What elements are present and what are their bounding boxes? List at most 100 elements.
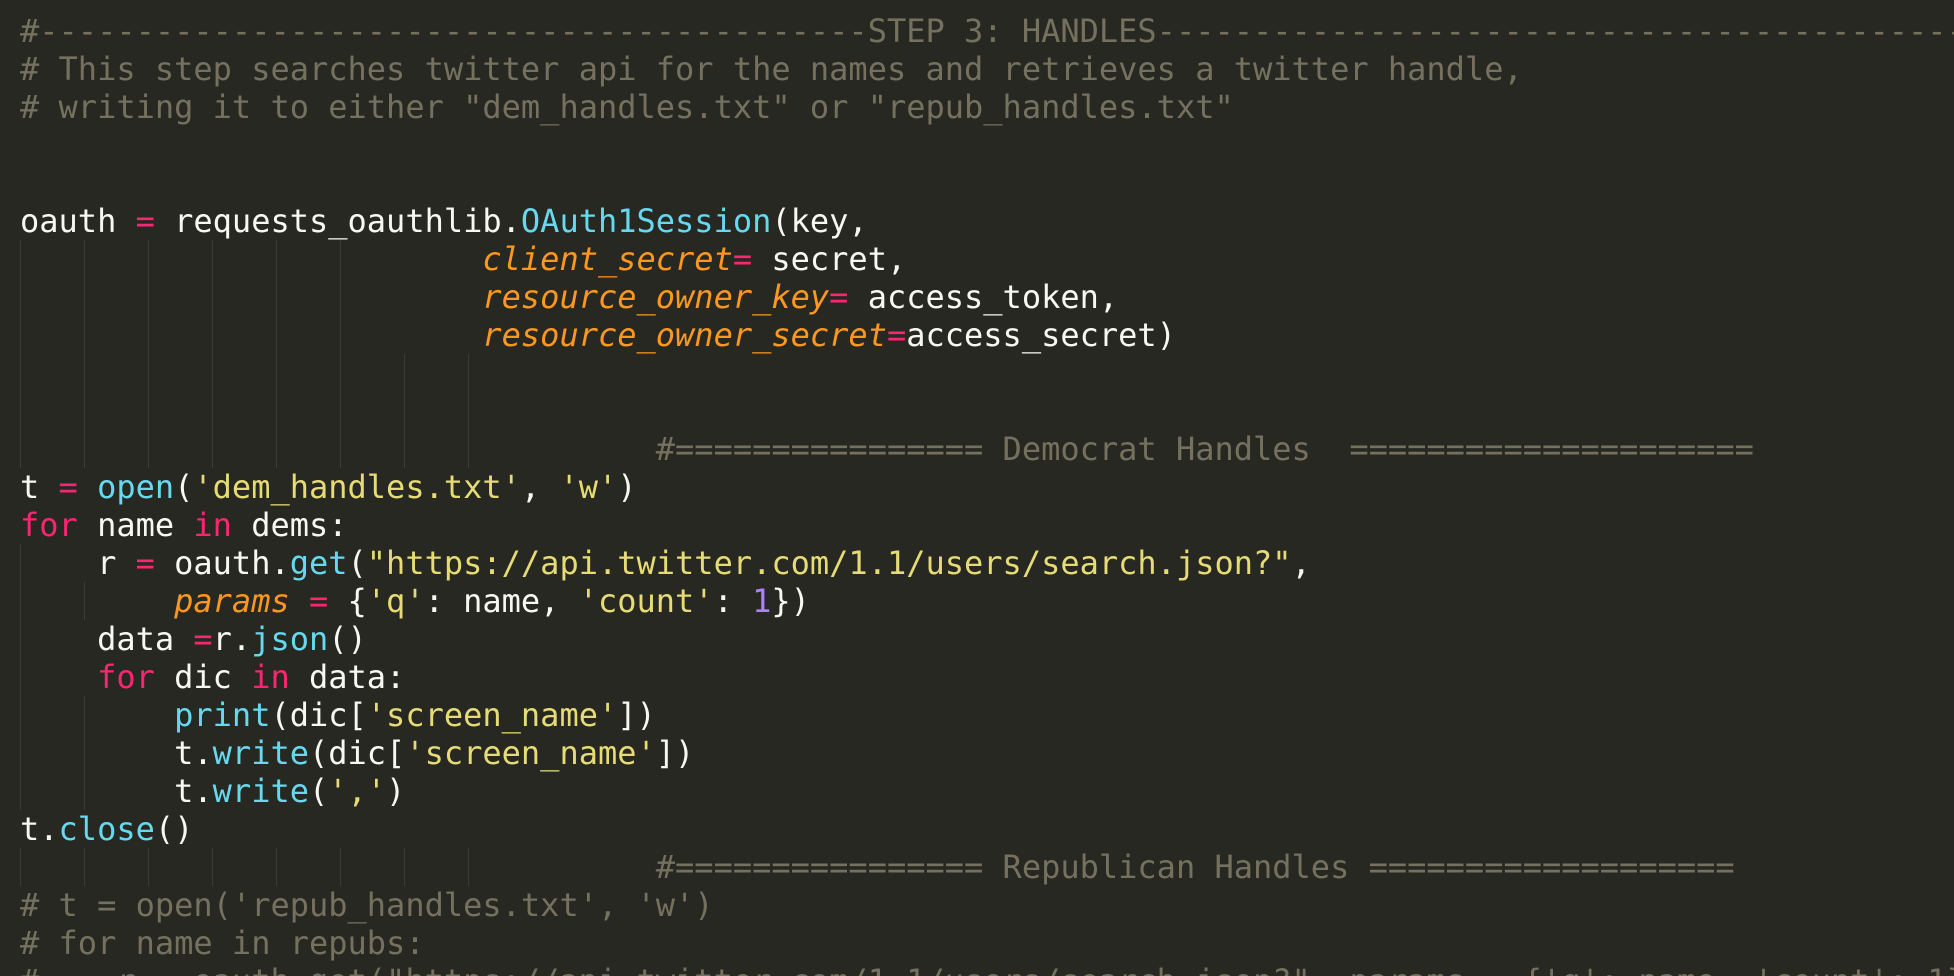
code-line[interactable]: params = {'q': name, 'count': 1})	[20, 582, 810, 620]
code-token: r.	[212, 620, 252, 658]
code-token: =	[308, 582, 329, 620]
code-token: =	[58, 468, 78, 506]
code-token: })	[771, 582, 810, 620]
code-token: t.	[20, 734, 213, 772]
code-token: (	[174, 468, 194, 506]
code-token: close	[58, 810, 155, 848]
code-line[interactable]: t.close()	[20, 810, 193, 848]
code-token: =	[193, 620, 213, 658]
code-token: 'w'	[559, 468, 618, 506]
code-token: resource_owner_key	[482, 278, 830, 316]
code-editor[interactable]: #---------------------------------------…	[0, 0, 1954, 976]
code-token: =	[829, 278, 849, 316]
code-token: for	[20, 506, 78, 544]
code-token: (dic[	[270, 696, 367, 734]
code-token: open	[97, 468, 175, 506]
code-line[interactable]: r = oauth.get("https://api.twitter.com/1…	[20, 544, 1311, 582]
code-token: #---------------------------------------…	[20, 12, 1954, 50]
code-line[interactable]: # for name in repubs:	[20, 924, 425, 962]
code-token: client_secret	[482, 240, 733, 278]
code-token: (	[347, 544, 367, 582]
code-token: =	[135, 544, 155, 582]
code-line[interactable]: resource_owner_secret=access_secret)	[20, 316, 1176, 354]
code-token: t.	[20, 772, 213, 810]
code-token: (	[308, 772, 329, 810]
code-token: data	[20, 620, 194, 658]
code-line[interactable]: print(dic['screen_name'])	[20, 696, 656, 734]
code-line[interactable]: # writing it to either "dem_handles.txt"…	[20, 88, 1234, 126]
code-line[interactable]: data =r.json()	[20, 620, 367, 658]
code-token: : name,	[424, 582, 579, 620]
code-token: # writing it to either "dem_handles.txt"…	[20, 88, 1234, 126]
code-line[interactable]: #================ Republican Handles ===…	[20, 848, 1735, 886]
code-token: for	[97, 658, 155, 696]
code-line[interactable]: #================ Democrat Handles =====…	[20, 430, 1754, 468]
code-line[interactable]: # r = oauth.get("https://api.twitter.com…	[20, 962, 1954, 976]
code-token: oauth.	[154, 544, 290, 582]
code-line[interactable]: t.write(',')	[20, 772, 405, 810]
code-token: dems:	[231, 506, 348, 544]
code-token: =	[732, 240, 753, 278]
code-token: print	[174, 696, 271, 734]
code-token: ])	[655, 734, 695, 772]
code-line[interactable]: # t = open('repub_handles.txt', 'w')	[20, 886, 714, 924]
code-token: 1	[752, 582, 772, 620]
code-token: # This step searches twitter api for the…	[20, 50, 1523, 88]
code-token: get	[289, 544, 348, 582]
code-token: :	[713, 582, 753, 620]
code-line[interactable]: for name in dems:	[20, 506, 348, 544]
code-token: #================ Republican Handles ===…	[655, 848, 1735, 886]
code-token: in	[193, 506, 232, 544]
code-line[interactable]: oauth = requests_oauthlib.OAuth1Session(…	[20, 202, 868, 240]
code-token: OAuth1Session	[520, 202, 772, 240]
code-token: params	[174, 582, 290, 620]
code-token: write	[212, 772, 309, 810]
code-token: # r = oauth.get("https://api.twitter.com…	[20, 962, 1954, 976]
code-token: =	[135, 202, 155, 240]
code-token: 'screen_name'	[405, 734, 656, 772]
code-token: ','	[328, 772, 387, 810]
code-token: {	[328, 582, 367, 620]
code-token: dic	[154, 658, 252, 696]
code-line[interactable]: for dic in data:	[20, 658, 405, 696]
code-token: requests_oauthlib.	[154, 202, 521, 240]
code-token: )	[386, 772, 406, 810]
code-token: 'q'	[366, 582, 425, 620]
code-token: #================ Democrat Handles =====…	[655, 430, 1754, 468]
code-token: ()	[328, 620, 367, 658]
code-token: (dic[	[308, 734, 406, 772]
code-token: ])	[617, 696, 656, 734]
code-token: name	[77, 506, 194, 544]
code-line[interactable]: #---------------------------------------…	[20, 12, 1954, 50]
code-token: t.	[20, 810, 59, 848]
code-token: 'count'	[578, 582, 714, 620]
code-token: t	[20, 468, 59, 506]
code-token: write	[212, 734, 309, 772]
code-token: resource_owner_secret	[482, 316, 887, 354]
code-line[interactable]: # This step searches twitter api for the…	[20, 50, 1523, 88]
code-line[interactable]: resource_owner_key= access_token,	[20, 278, 1118, 316]
code-token: secret,	[752, 240, 907, 278]
code-token: # t = open('repub_handles.txt', 'w')	[20, 886, 714, 924]
code-token: data:	[289, 658, 406, 696]
code-token: oauth	[20, 202, 136, 240]
code-token: 'screen_name'	[366, 696, 618, 734]
code-token: r	[20, 544, 136, 582]
code-token: json	[251, 620, 329, 658]
code-line[interactable]: client_secret= secret,	[20, 240, 906, 278]
code-line[interactable]: t = open('dem_handles.txt', 'w')	[20, 468, 637, 506]
code-token: ,	[520, 468, 560, 506]
code-line[interactable]: t.write(dic['screen_name'])	[20, 734, 694, 772]
code-token: =	[886, 316, 907, 354]
code-token: in	[251, 658, 290, 696]
code-token: access_secret)	[906, 316, 1176, 354]
code-token: ,	[1291, 544, 1311, 582]
